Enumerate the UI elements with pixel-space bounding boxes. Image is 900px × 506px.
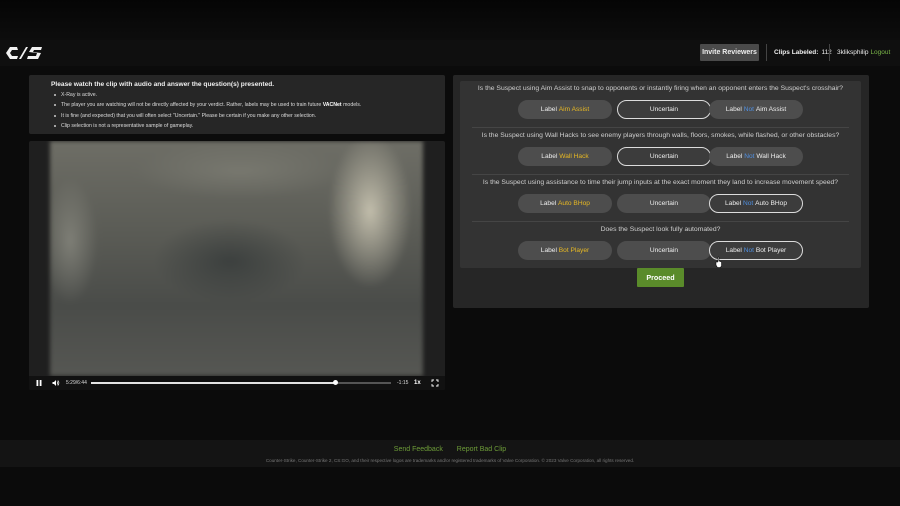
question-wall-hack: Is the Suspect using Wall Hacks to see e…: [460, 128, 861, 175]
player-controls: 5:29/6:44 -1:15 1x: [29, 376, 445, 390]
instructions-list: X-Ray is active. The player you are watc…: [51, 90, 445, 131]
uncertain-bot-player-button[interactable]: Uncertain: [617, 241, 711, 260]
instruction-item: The player you are watching will not be …: [54, 100, 445, 110]
instruction-item: Clip selection is not a representative s…: [54, 121, 445, 131]
video-frame[interactable]: [50, 141, 423, 376]
label-prefix: Label: [725, 247, 744, 254]
report-bad-clip-link[interactable]: Report Bad Clip: [457, 446, 506, 453]
uncertain-auto-bhop-button[interactable]: Uncertain: [617, 194, 711, 213]
question-bot-player: Does the Suspect look fully automated? L…: [460, 222, 861, 268]
seek-bar[interactable]: [91, 380, 391, 385]
label-not-aim-assist-button[interactable]: Label Not Aim Assist: [709, 100, 803, 119]
user-area: 3kliksphilip Logout: [829, 44, 890, 61]
username: 3kliksphilip: [837, 49, 869, 56]
clips-labeled-label: Clips Labeled:: [774, 49, 819, 56]
pause-icon[interactable]: [35, 379, 43, 387]
header-bar: [0, 40, 900, 66]
not-word: Not: [742, 200, 754, 207]
current-time: 5:29/6:44: [66, 380, 87, 386]
feature-name: Wall Hack: [756, 153, 786, 160]
label-bot-player-button[interactable]: Label Bot Player: [518, 241, 612, 260]
feature-name: Aim Assist: [558, 106, 590, 113]
feature-name: Bot Player: [755, 247, 787, 254]
not-word: Not: [744, 153, 755, 160]
instruction-item: It is fine (and expected) that you will …: [54, 111, 445, 121]
label-prefix: Label: [541, 153, 560, 160]
label-not-auto-bhop-button[interactable]: Label Not Auto BHop: [709, 194, 803, 213]
question-auto-bhop: Is the Suspect using assistance to time …: [460, 175, 861, 222]
not-word: Not: [743, 247, 754, 254]
label-prefix: Label: [540, 200, 559, 207]
label-aim-assist-button[interactable]: Label Aim Assist: [518, 100, 612, 119]
invite-reviewers-button[interactable]: Invite Reviewers: [700, 44, 759, 61]
label-wall-hack-button[interactable]: Label Wall Hack: [518, 147, 612, 166]
instructions-panel: Please watch the clip with audio and ans…: [29, 75, 445, 134]
seek-handle[interactable]: [333, 380, 338, 385]
label-prefix: Label: [540, 106, 559, 113]
feature-name: Bot Player: [558, 247, 590, 254]
question-text: Is the Suspect using Aim Assist to snap …: [477, 85, 844, 92]
questions-box: Is the Suspect using Aim Assist to snap …: [460, 81, 861, 268]
video-player[interactable]: 5:29/6:44 -1:15 1x: [29, 141, 445, 390]
footer-links: Send Feedback Report Bad Clip: [0, 446, 900, 453]
seek-progress: [91, 382, 336, 384]
instructions-heading: Please watch the clip with audio and ans…: [51, 81, 275, 88]
uncertain-wall-hack-button[interactable]: Uncertain: [617, 147, 711, 166]
label-prefix: Label: [725, 106, 744, 113]
uncertain-aim-assist-button[interactable]: Uncertain: [617, 100, 711, 119]
feature-name: Aim Assist: [755, 106, 787, 113]
label-prefix: Label: [726, 153, 745, 160]
label-not-bot-player-button[interactable]: Label Not Bot Player: [709, 241, 803, 260]
copyright-text: Counter-Strike, Counter-Strike 2, CS:GO,…: [265, 458, 635, 463]
fullscreen-icon[interactable]: [431, 379, 439, 387]
proceed-button[interactable]: Proceed: [637, 268, 684, 287]
clips-labeled-counter: Clips Labeled: 112: [766, 44, 832, 61]
not-word: Not: [743, 106, 754, 113]
feature-name: Auto BHop: [755, 200, 787, 207]
instruction-text: The player you are watching will not be …: [61, 102, 323, 109]
feature-name: Wall Hack: [559, 153, 589, 160]
playback-speed[interactable]: 1x: [414, 379, 421, 387]
question-aim-assist: Is the Suspect using Aim Assist to snap …: [460, 81, 861, 128]
remaining-time: -1:15: [397, 380, 409, 386]
logout-link[interactable]: Logout: [870, 49, 890, 56]
label-prefix: Label: [540, 247, 559, 254]
label-not-wall-hack-button[interactable]: Label Not Wall Hack: [709, 147, 803, 166]
question-text: Is the Suspect using assistance to time …: [482, 179, 839, 186]
question-text: Does the Suspect look fully automated?: [600, 226, 721, 233]
feature-name: Auto BHop: [558, 200, 590, 207]
label-auto-bhop-button[interactable]: Label Auto BHop: [518, 194, 612, 213]
question-text: Is the Suspect using Wall Hacks to see e…: [481, 132, 840, 139]
mouse-pointer-icon: [715, 256, 722, 268]
label-prefix: Label: [725, 200, 743, 207]
vacnet-bold: VACNet: [322, 102, 342, 109]
instruction-item: X-Ray is active.: [54, 90, 445, 100]
send-feedback-link[interactable]: Send Feedback: [394, 446, 443, 453]
instruction-text-tail: models.: [341, 102, 362, 109]
top-bar: [0, 0, 900, 40]
volume-icon[interactable]: [52, 379, 60, 387]
cs2-logo-icon[interactable]: [5, 44, 45, 62]
